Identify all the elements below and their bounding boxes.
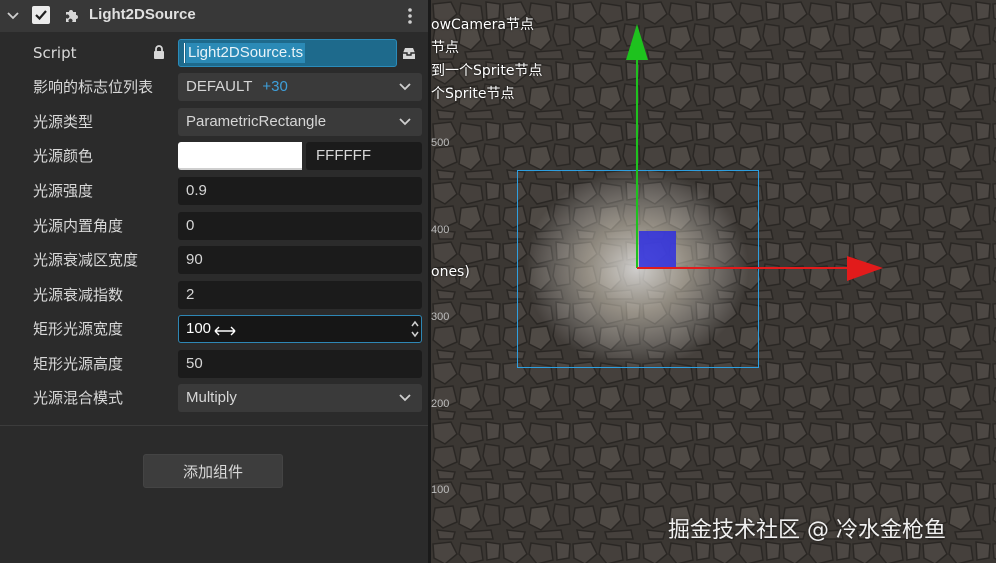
falloff-width-value: 90 xyxy=(186,251,203,268)
inspector-panel: Light2DSource Script Light2DSource.ts 影响… xyxy=(0,0,428,563)
add-component-label: 添加组件 xyxy=(182,463,243,481)
flags-label: 影响的标志位列表 xyxy=(33,78,154,96)
lock-icon xyxy=(154,45,164,59)
light-type-value: ParametricRectangle xyxy=(186,113,327,130)
color-swatch[interactable] xyxy=(178,142,302,170)
text-cursor xyxy=(184,43,185,63)
puzzle-icon xyxy=(66,10,78,22)
inner-angle-label: 光源内置角度 xyxy=(33,217,124,235)
chevron-down-icon[interactable] xyxy=(6,10,20,22)
script-asset-field[interactable]: Light2DSource.ts xyxy=(178,39,397,67)
light-type-select[interactable]: ParametricRectangle xyxy=(178,108,422,136)
move-gizmo[interactable] xyxy=(431,0,996,563)
component-header[interactable]: Light2DSource xyxy=(0,0,428,32)
more-menu-icon[interactable] xyxy=(403,6,417,26)
rect-width-label: 矩形光源宽度 xyxy=(33,320,124,338)
light-color-label: 光源颜色 xyxy=(33,147,94,165)
color-hex-value: FFFFFF xyxy=(316,147,371,164)
light-type-label: 光源类型 xyxy=(33,113,94,131)
asset-locate-icon[interactable] xyxy=(400,44,418,62)
rect-height-label: 矩形光源高度 xyxy=(33,355,124,373)
resize-cursor-icon xyxy=(214,326,236,336)
intensity-value: 0.9 xyxy=(186,182,207,199)
rect-height-input[interactable]: 50 xyxy=(178,350,422,378)
watermark: 掘金技术社区 @ 冷水金枪鱼 xyxy=(668,518,946,543)
gizmo-y-arrow xyxy=(626,24,648,60)
inner-angle-input[interactable]: 0 xyxy=(178,212,422,240)
chevron-down-icon xyxy=(399,394,411,402)
number-stepper[interactable] xyxy=(410,318,420,340)
component-title: Light2DSource xyxy=(89,6,196,23)
flags-extra-count: +30 xyxy=(262,78,288,95)
blend-mode-label: 光源混合模式 xyxy=(33,389,124,407)
script-label: Script xyxy=(33,44,77,62)
falloff-width-input[interactable]: 90 xyxy=(178,246,422,274)
color-hex-input[interactable]: FFFFFF xyxy=(306,142,422,170)
component-enabled-checkbox[interactable] xyxy=(32,6,50,24)
rect-height-value: 50 xyxy=(186,355,203,372)
blend-mode-value: Multiply xyxy=(186,389,237,406)
falloff-exponent-input[interactable]: 2 xyxy=(178,281,422,309)
inner-angle-value: 0 xyxy=(186,217,195,234)
chevron-down-icon xyxy=(399,118,411,126)
intensity-label: 光源强度 xyxy=(33,182,94,200)
falloff-exponent-value: 2 xyxy=(186,286,195,303)
rect-width-value: 100 xyxy=(186,320,212,337)
flags-value: DEFAULT xyxy=(186,78,253,95)
intensity-input[interactable]: 0.9 xyxy=(178,177,422,205)
blend-mode-select[interactable]: Multiply xyxy=(178,384,422,412)
add-component-button[interactable]: 添加组件 xyxy=(143,454,283,488)
gizmo-center-handle xyxy=(639,231,676,267)
chevron-down-icon xyxy=(399,83,411,91)
falloff-exponent-label: 光源衰减指数 xyxy=(33,286,124,304)
gizmo-x-arrow xyxy=(847,256,883,281)
falloff-width-label: 光源衰减区宽度 xyxy=(33,251,139,269)
script-value: Light2DSource.ts xyxy=(186,43,306,63)
section-divider xyxy=(0,425,428,426)
scene-view[interactable]: owCamera节点 节点 到一个Sprite节点 个Sprite节点 ones… xyxy=(431,0,996,563)
flags-select[interactable]: DEFAULT +30 xyxy=(178,73,422,101)
